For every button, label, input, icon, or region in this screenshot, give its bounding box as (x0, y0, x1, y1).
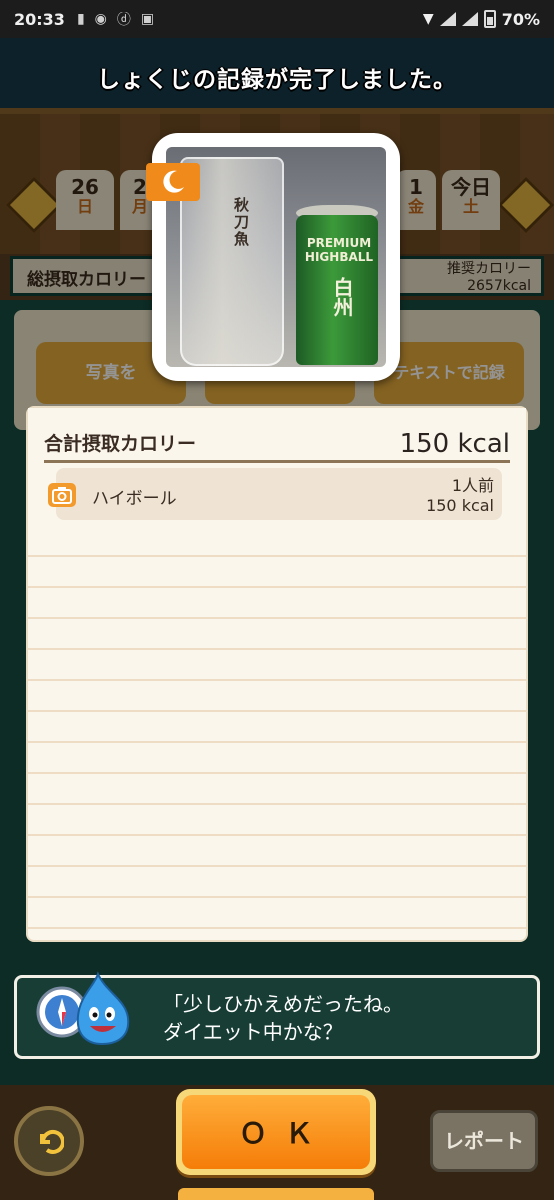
moon-icon (146, 163, 200, 201)
notification-icon: ◉ (94, 11, 107, 27)
signal-icon-2 (461, 12, 478, 26)
completion-banner: しょくじの記録が完了しました。 (97, 67, 457, 93)
docomo-icon: ⓓ (116, 12, 131, 28)
wifi-icon: ▼ (422, 11, 434, 27)
signal-icon (439, 12, 456, 26)
back-arrow-icon (40, 1130, 64, 1154)
ok-button-label: ＯＫ (182, 1095, 370, 1169)
food-item-name: ハイボール (92, 489, 177, 509)
slime-message-text: 「少しひかえめだったね。 ダイエット中かな？ (163, 992, 403, 1044)
camera-icon (48, 483, 76, 507)
back-button[interactable] (14, 1106, 84, 1176)
status-bar: 20:33 ▮ ◉ ⓓ ▣ ▼ 70% (0, 0, 554, 38)
background-ok-button (178, 1188, 374, 1200)
glass-print: 秋刀魚 (232, 197, 250, 248)
food-item-calories: 150 kcal (426, 496, 494, 515)
sim-icon: ▮ (76, 11, 85, 27)
status-time: 20:33 (14, 9, 65, 29)
battery-icon (483, 10, 496, 28)
total-calorie-label: 合計摂取カロリー (44, 433, 197, 455)
total-calorie-header: 合計摂取カロリー 150 kcal (44, 424, 510, 463)
total-calorie-value: 150 kcal (399, 429, 510, 459)
report-button[interactable]: レポート (430, 1110, 538, 1172)
battery-level: 70% (501, 9, 540, 29)
ok-button[interactable]: ＯＫ (176, 1089, 376, 1175)
food-item-portion: 1人前 (451, 476, 494, 495)
can-label: PREMIUM HIGHBALL (304, 236, 374, 264)
can-brand: 白州 (330, 277, 354, 317)
photo-icon: ▣ (140, 11, 155, 27)
slime-mascot-icon (36, 966, 132, 1048)
